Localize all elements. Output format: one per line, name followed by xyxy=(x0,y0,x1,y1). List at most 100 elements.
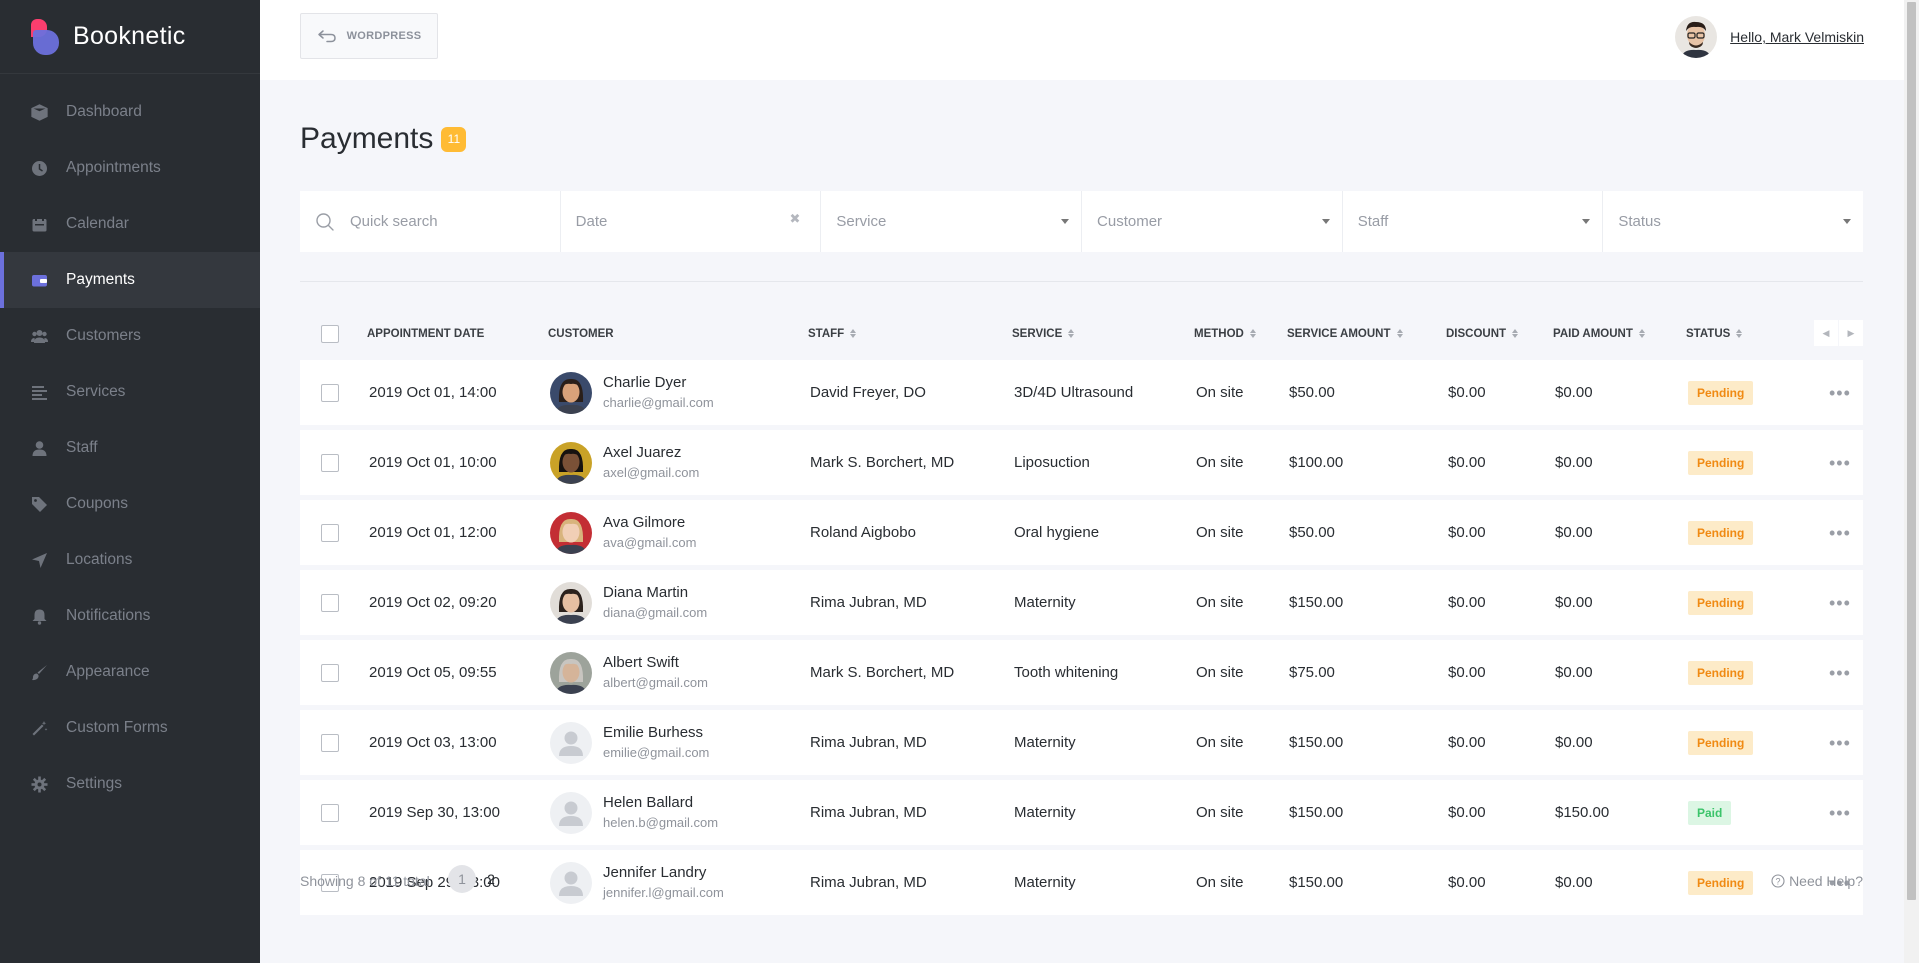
sidebar-item-customers[interactable]: Customers xyxy=(0,308,260,364)
clock-icon xyxy=(32,160,47,176)
header-customer[interactable]: CUSTOMER xyxy=(548,328,614,340)
customer-avatar xyxy=(550,791,592,834)
scrollbar-thumb[interactable] xyxy=(1907,2,1916,900)
appointment-date: 2019 Oct 05, 09:55 xyxy=(369,664,497,681)
table-row[interactable]: 2019 Oct 01, 14:00 Charlie Dyer charlie@gm… xyxy=(300,360,1863,425)
user-menu[interactable]: Hello, Mark Velmiskin xyxy=(1675,16,1864,58)
date-filter[interactable]: Date ✖ xyxy=(561,191,822,252)
header-appointment-date[interactable]: APPOINTMENT DATE xyxy=(367,328,484,340)
sidebar-item-dashboard[interactable]: Dashboard xyxy=(0,84,260,140)
customer-name: Diana Martin xyxy=(603,583,689,601)
staff-name: Rima Jubran, MD xyxy=(810,734,927,751)
user-avatar[interactable] xyxy=(1675,16,1718,58)
page-scrollbar[interactable] xyxy=(1904,0,1919,963)
customer-email: diana@gmail.com xyxy=(603,604,708,620)
table-row[interactable]: 2019 Oct 02, 09:20 Diana Martin diana@gmai… xyxy=(300,570,1863,635)
status-filter-label: Status xyxy=(1618,213,1661,230)
staff-filter-label: Staff xyxy=(1357,213,1389,230)
table-row[interactable]: 2019 Oct 03, 13:00 Emilie Burhess emilie@g… xyxy=(300,710,1863,775)
more-actions-icon[interactable]: ••• xyxy=(1829,594,1851,612)
customer-cell[interactable]: Emilie Burhess emilie@gmail.com xyxy=(550,710,709,775)
wordpress-button[interactable]: WORDPRESS xyxy=(300,13,438,59)
sidebar-item-label: Notifications xyxy=(66,607,151,624)
more-actions-icon[interactable]: ••• xyxy=(1829,734,1851,752)
row-checkbox[interactable] xyxy=(321,733,339,752)
customer-cell[interactable]: Axel Juarez axel@gmail.com xyxy=(550,430,699,495)
row-checkbox[interactable] xyxy=(321,453,339,472)
header-method[interactable]: METHOD xyxy=(1194,328,1256,340)
row-checkbox[interactable] xyxy=(321,383,339,402)
paid-amount: $150.00 xyxy=(1555,804,1610,821)
more-actions-icon[interactable]: ••• xyxy=(1829,524,1851,542)
appointment-date: 2019 Oct 01, 14:00 xyxy=(369,384,497,401)
customer-cell[interactable]: Albert Swift albert@gmail.com xyxy=(550,640,708,705)
service-amount: $150.00 xyxy=(1289,804,1344,821)
page-2-button[interactable]: 2 xyxy=(477,865,505,893)
sidebar-item-locations[interactable]: Locations xyxy=(0,532,260,588)
appointment-date: 2019 Oct 02, 09:20 xyxy=(369,594,497,611)
service-amount: $150.00 xyxy=(1289,734,1344,751)
customer-cell[interactable]: Charlie Dyer charlie@gmail.com xyxy=(550,360,714,425)
header-service[interactable]: SERVICE xyxy=(1012,328,1075,340)
scroll-left-icon[interactable]: ◀ xyxy=(1814,320,1838,346)
sidebar-item-services[interactable]: Services xyxy=(0,364,260,420)
question-circle-icon: ? xyxy=(1771,874,1785,888)
customer-email: helen.b@gmail.com xyxy=(603,814,719,830)
sidebar-item-appearance[interactable]: Appearance xyxy=(0,644,260,700)
sidebar-item-settings[interactable]: Settings xyxy=(0,756,260,812)
sidebar-item-notifications[interactable]: Notifications xyxy=(0,588,260,644)
more-actions-icon[interactable]: ••• xyxy=(1829,384,1851,402)
cube-icon xyxy=(31,103,48,121)
discount-amount: $0.00 xyxy=(1448,454,1486,471)
more-actions-icon[interactable]: ••• xyxy=(1829,664,1851,682)
table-row[interactable]: 2019 Oct 01, 12:00 Ava Gilmore ava@gmail.c… xyxy=(300,500,1863,565)
header-staff[interactable]: STAFF xyxy=(808,328,857,340)
table-header: APPOINTMENT DATE CUSTOMER STAFF SERVICE … xyxy=(300,316,1863,351)
status-filter[interactable]: Status xyxy=(1603,191,1863,252)
more-actions-icon[interactable]: ••• xyxy=(1829,454,1851,472)
filters-bar: Quick search Date ✖ Service Customer Sta… xyxy=(300,191,1863,252)
clear-date-icon[interactable]: ✖ xyxy=(789,211,800,227)
need-help-link[interactable]: ? Need Help? xyxy=(1771,873,1863,889)
sidebar-item-appointments[interactable]: Appointments xyxy=(0,140,260,196)
sidebar-item-staff[interactable]: Staff xyxy=(0,420,260,476)
customer-cell[interactable]: Ava Gilmore ava@gmail.com xyxy=(550,500,696,565)
quick-search-input[interactable]: Quick search xyxy=(300,191,561,252)
status-badge: Pending xyxy=(1688,660,1754,685)
scroll-right-icon[interactable]: ▶ xyxy=(1839,320,1863,346)
select-all-checkbox[interactable] xyxy=(321,324,339,343)
sidebar-item-payments[interactable]: Payments xyxy=(0,252,260,308)
row-checkbox[interactable] xyxy=(321,523,339,542)
header-status[interactable]: STATUS xyxy=(1686,328,1743,340)
more-actions-icon[interactable]: ••• xyxy=(1829,804,1851,822)
customer-filter[interactable]: Customer xyxy=(1082,191,1343,252)
payment-method: On site xyxy=(1196,734,1244,751)
header-paid-amount[interactable]: PAID AMOUNT xyxy=(1553,328,1645,340)
service-name: Liposuction xyxy=(1014,454,1090,471)
customer-cell[interactable]: Helen Ballard helen.b@gmail.com xyxy=(550,780,718,845)
header-service-amount[interactable]: SERVICE AMOUNT xyxy=(1287,328,1403,340)
user-icon xyxy=(32,440,47,456)
customer-cell[interactable]: Diana Martin diana@gmail.com xyxy=(550,570,707,635)
table-row[interactable]: 2019 Oct 05, 09:55 Albert Swift albert@gma… xyxy=(300,640,1863,705)
header-discount[interactable]: DISCOUNT xyxy=(1446,328,1519,340)
sidebar-item-calendar[interactable]: Calendar xyxy=(0,196,260,252)
page-1-button[interactable]: 1 xyxy=(448,865,476,893)
sidebar-item-coupons[interactable]: Coupons xyxy=(0,476,260,532)
user-greeting-link[interactable]: Hello, Mark Velmiskin xyxy=(1730,29,1864,45)
service-amount: $50.00 xyxy=(1289,524,1335,541)
appointment-date: 2019 Oct 01, 10:00 xyxy=(369,454,497,471)
service-filter[interactable]: Service xyxy=(821,191,1083,252)
row-checkbox[interactable] xyxy=(321,663,339,682)
brand-logo[interactable]: Booknetic xyxy=(0,0,260,74)
row-checkbox[interactable] xyxy=(321,803,339,822)
service-name: Maternity xyxy=(1014,594,1076,611)
staff-filter[interactable]: Staff xyxy=(1343,191,1604,252)
row-checkbox[interactable] xyxy=(321,593,339,612)
customer-email: emilie@gmail.com xyxy=(603,744,710,760)
sidebar-item-custom-forms[interactable]: Custom Forms xyxy=(0,700,260,756)
table-row[interactable]: 2019 Oct 01, 10:00 Axel Juarez axel@gmail.… xyxy=(300,430,1863,495)
payment-method: On site xyxy=(1196,384,1244,401)
users-icon xyxy=(31,329,48,343)
table-row[interactable]: 2019 Sep 30, 13:00 Helen Ballard helen.b@g… xyxy=(300,780,1863,845)
